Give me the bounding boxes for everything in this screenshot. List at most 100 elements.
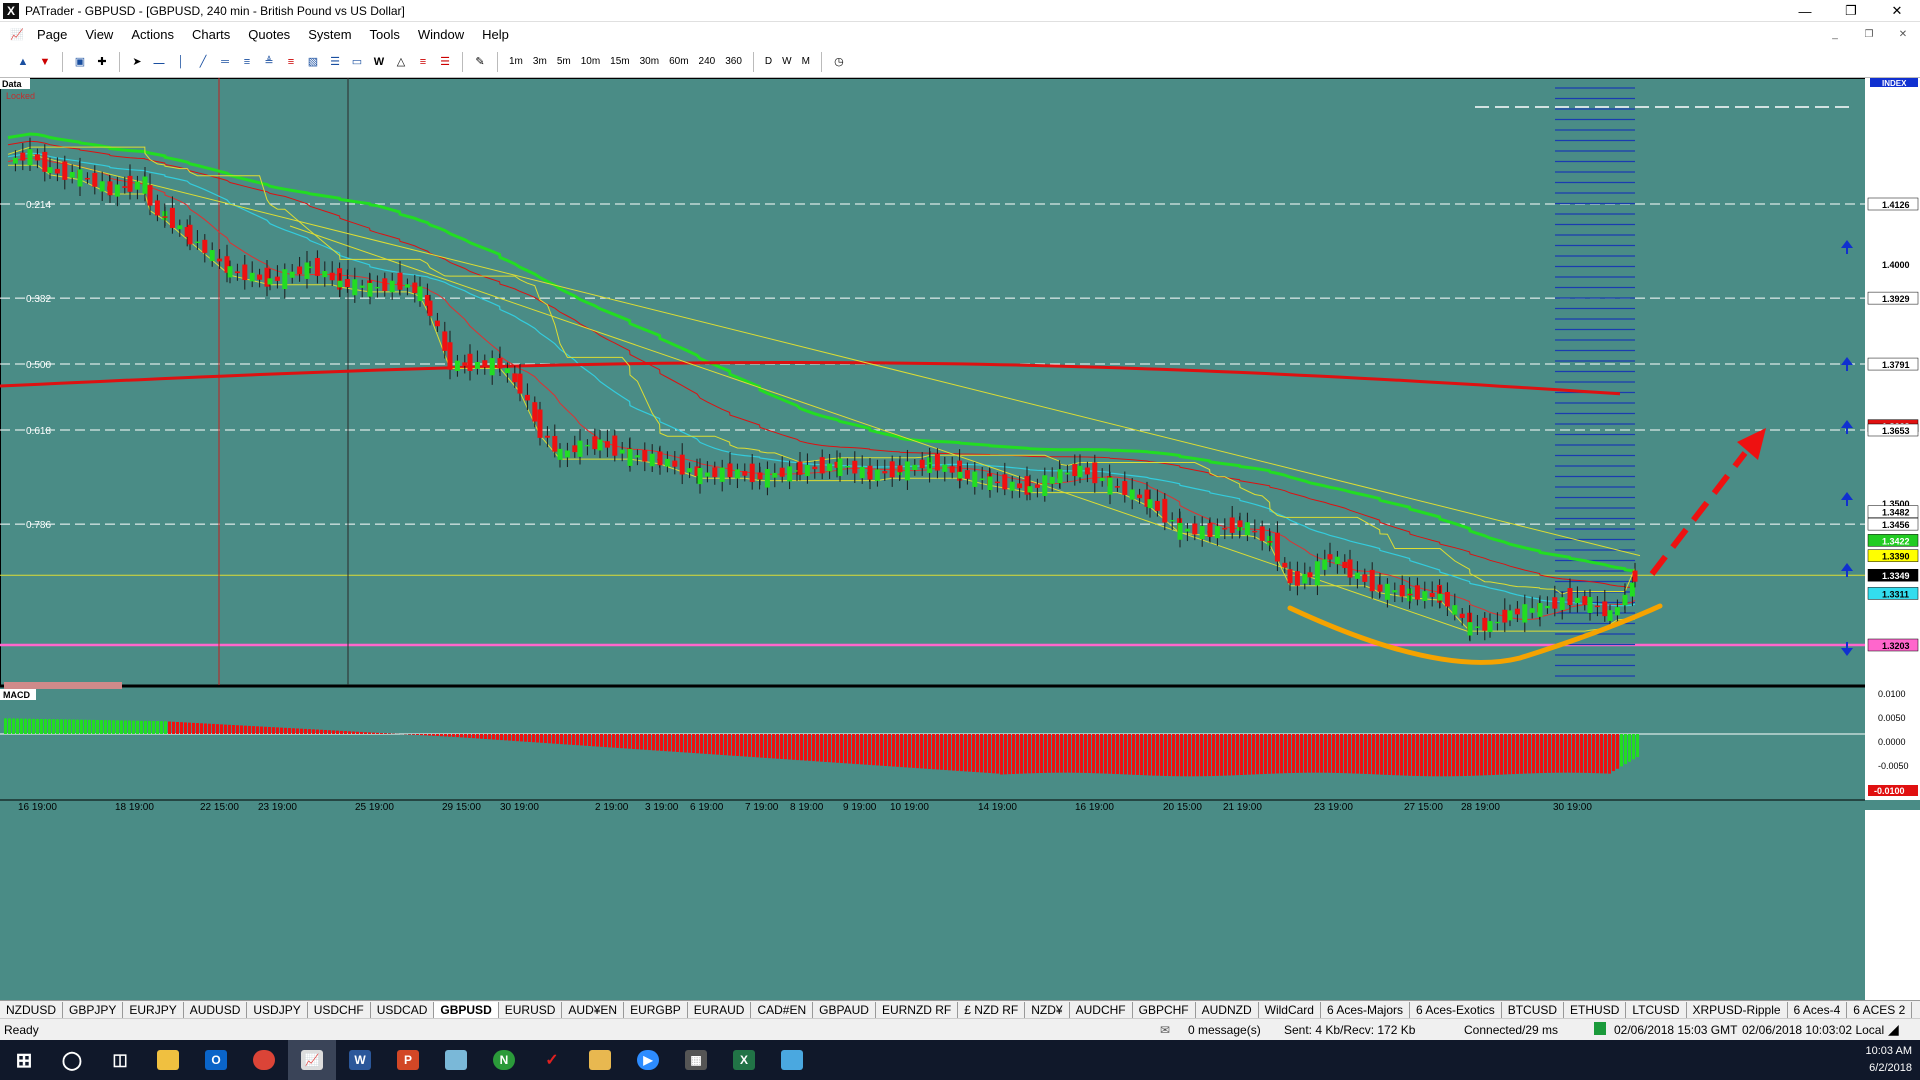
- trend-line-icon[interactable]: ╱: [194, 53, 212, 71]
- symbol-tab[interactable]: AUDCHF: [1070, 1001, 1133, 1018]
- calculator-icon[interactable]: ▦: [672, 1040, 720, 1080]
- crosshair-icon[interactable]: ✚: [93, 53, 111, 71]
- timeframe-1m[interactable]: 1m: [509, 56, 523, 67]
- timeframe-360[interactable]: 360: [725, 56, 742, 67]
- symbol-tab[interactable]: EURJPY: [123, 1001, 184, 1018]
- notes-icon[interactable]: [432, 1040, 480, 1080]
- menu-charts[interactable]: Charts: [183, 27, 239, 42]
- symbol-tab[interactable]: GBPJPY: [63, 1001, 124, 1018]
- pitchfork-icon[interactable]: ≡: [414, 53, 432, 71]
- symbol-tab[interactable]: BTCUSD: [1502, 1001, 1565, 1018]
- outlook-icon[interactable]: O: [192, 1040, 240, 1080]
- symbol-tab[interactable]: ETHUSD: [1564, 1001, 1627, 1018]
- drawing-pen-icon[interactable]: ✎: [471, 53, 489, 71]
- channel-icon[interactable]: ═: [216, 53, 234, 71]
- new-chart-icon[interactable]: ▣: [71, 53, 89, 71]
- taskbar-clock[interactable]: 10:03 AM 6/2/2018: [1866, 1043, 1912, 1077]
- symbol-tab[interactable]: AUD¥EN: [562, 1001, 625, 1018]
- timeframe-monthly[interactable]: M: [802, 56, 810, 67]
- symbol-tab[interactable]: £ NZD RF: [958, 1001, 1026, 1018]
- text-tool-icon[interactable]: W: [370, 53, 388, 71]
- menu-page[interactable]: Page: [28, 27, 76, 42]
- close-button[interactable]: ✕: [1874, 0, 1920, 22]
- symbol-tab[interactable]: NZD¥: [1025, 1001, 1070, 1018]
- horizontal-line-icon[interactable]: ⎼: [150, 53, 168, 71]
- menu-system[interactable]: System: [299, 27, 360, 42]
- menu-tools[interactable]: Tools: [361, 27, 409, 42]
- mdi-close-button[interactable]: ✕: [1886, 26, 1920, 42]
- chart-panel[interactable]: 0.214 0.382 0.500 0.618 0.786 Data Locked INDEX…: [0, 78, 1920, 1005]
- timeframe-weekly[interactable]: W: [782, 56, 791, 67]
- price-chart[interactable]: 0.214 0.382 0.500 0.618 0.786 Data Locked INDEX…: [0, 78, 1920, 1000]
- zoom-icon[interactable]: ▶: [624, 1040, 672, 1080]
- fibonacci-icon[interactable]: ≡: [238, 53, 256, 71]
- symbol-tab[interactable]: USDJPY: [247, 1001, 308, 1018]
- timeframe-3m[interactable]: 3m: [533, 56, 547, 67]
- menu-view[interactable]: View: [76, 27, 122, 42]
- remote-desktop-icon[interactable]: [768, 1040, 816, 1080]
- mdi-minimize-button[interactable]: _: [1818, 26, 1852, 42]
- timeframe-daily[interactable]: D: [765, 56, 772, 67]
- menu-help[interactable]: Help: [473, 27, 518, 42]
- symbol-tab[interactable]: 6 ACES 2: [1847, 1001, 1913, 1018]
- windows-start-icon[interactable]: ⊞: [0, 1040, 48, 1080]
- resize-grip-icon[interactable]: ◢: [1888, 1021, 1899, 1038]
- excel-icon[interactable]: X: [720, 1040, 768, 1080]
- maximize-button[interactable]: ❐: [1828, 0, 1874, 22]
- timeframe-5m[interactable]: 5m: [557, 56, 571, 67]
- symbol-tab[interactable]: 6 Aces-Majors: [1321, 1001, 1410, 1018]
- cycle-lines-icon[interactable]: ☰: [326, 53, 344, 71]
- timeframe-15m[interactable]: 15m: [610, 56, 629, 67]
- symbol-tab[interactable]: EURGBP: [624, 1001, 688, 1018]
- symbol-tab[interactable]: GBPCHF: [1133, 1001, 1196, 1018]
- clock-icon[interactable]: ◷: [830, 53, 848, 71]
- app-n-icon[interactable]: N: [480, 1040, 528, 1080]
- mdi-restore-button[interactable]: ❐: [1852, 26, 1886, 42]
- levels-icon[interactable]: ☰: [436, 53, 454, 71]
- word-icon[interactable]: W: [336, 1040, 384, 1080]
- symbol-tab[interactable]: 6 Aces-Exotics: [1410, 1001, 1502, 1018]
- task-view-icon[interactable]: ◫: [96, 1040, 144, 1080]
- symbol-tab[interactable]: EURNZD RF: [876, 1001, 959, 1018]
- menu-actions[interactable]: Actions: [122, 27, 183, 42]
- rectangle-icon[interactable]: ▭: [348, 53, 366, 71]
- symbol-tab[interactable]: USDCAD: [371, 1001, 435, 1018]
- symbol-tab[interactable]: LTCUSD: [1626, 1001, 1687, 1018]
- patrader-icon[interactable]: 📈: [288, 1040, 336, 1080]
- menu-window[interactable]: Window: [409, 27, 473, 42]
- symbol-tab[interactable]: AUDUSD: [184, 1001, 248, 1018]
- timeframe-30m[interactable]: 30m: [640, 56, 659, 67]
- menu-quotes[interactable]: Quotes: [239, 27, 299, 42]
- symbol-tab[interactable]: GBPUSD: [434, 1001, 499, 1018]
- triangle-icon[interactable]: △: [392, 53, 410, 71]
- symbol-tab[interactable]: USDCHF: [308, 1001, 371, 1018]
- timeframe-10m[interactable]: 10m: [581, 56, 600, 67]
- gann-icon[interactable]: ▧: [304, 53, 322, 71]
- symbol-tab[interactable]: XRPUSD-Ripple: [1687, 1001, 1788, 1018]
- red-app-icon[interactable]: ✓: [528, 1040, 576, 1080]
- buy-icon[interactable]: ▲: [14, 53, 32, 71]
- file-explorer-icon[interactable]: [144, 1040, 192, 1080]
- chrome-icon[interactable]: [240, 1040, 288, 1080]
- sell-icon[interactable]: ▼: [36, 53, 54, 71]
- symbol-tab[interactable]: EURUSD: [499, 1001, 563, 1018]
- powerpoint-icon[interactable]: P: [384, 1040, 432, 1080]
- message-icon[interactable]: ✉: [1160, 1023, 1170, 1037]
- search-icon[interactable]: ◯: [48, 1040, 96, 1080]
- fib-retracement-icon[interactable]: ≡: [282, 53, 300, 71]
- symbol-tab[interactable]: AUDNZD: [1196, 1001, 1259, 1018]
- minimize-button[interactable]: —: [1782, 0, 1828, 22]
- symbol-tab[interactable]: GBPAUD: [813, 1001, 876, 1018]
- symbol-tab[interactable]: 6 Aces-4: [1788, 1001, 1848, 1018]
- fib-fan-icon[interactable]: ≜: [260, 53, 278, 71]
- timeframe-240[interactable]: 240: [699, 56, 716, 67]
- vertical-line-icon[interactable]: │: [172, 53, 190, 71]
- timeframe-60m[interactable]: 60m: [669, 56, 688, 67]
- symbol-tab[interactable]: NZDUSD: [0, 1001, 63, 1018]
- folder-icon[interactable]: [576, 1040, 624, 1080]
- pointer-icon[interactable]: ➤: [128, 53, 146, 71]
- symbol-tab[interactable]: WildCard: [1259, 1001, 1321, 1018]
- status-messages[interactable]: 0 message(s): [1188, 1023, 1261, 1037]
- symbol-tab[interactable]: EURAUD: [688, 1001, 752, 1018]
- symbol-tab[interactable]: CAD#EN: [751, 1001, 814, 1018]
